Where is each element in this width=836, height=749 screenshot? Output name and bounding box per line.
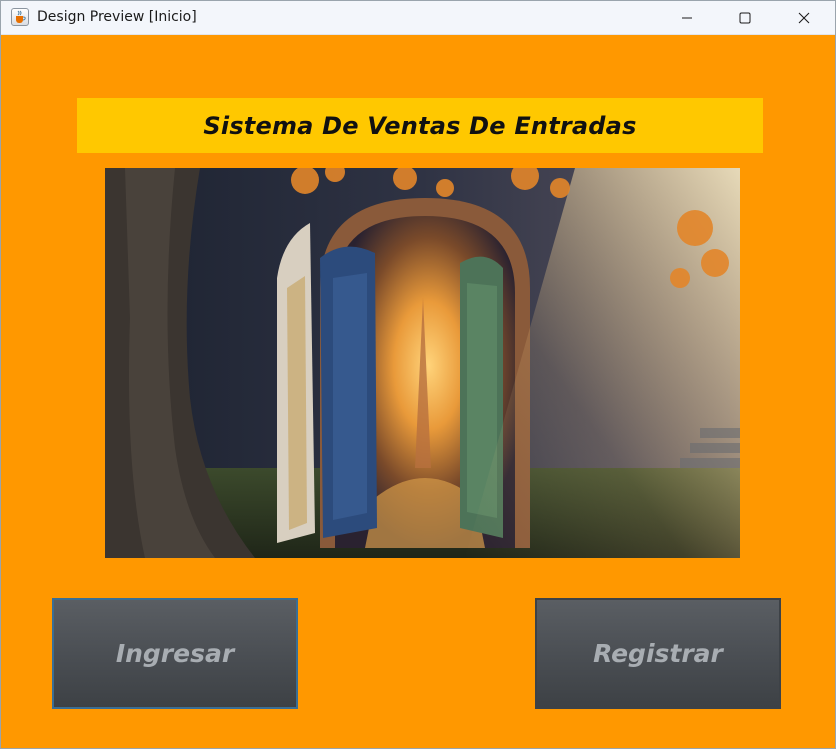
doorway-illustration bbox=[105, 168, 740, 558]
window-title: Design Preview [Inicio] bbox=[37, 9, 197, 25]
minimize-button[interactable] bbox=[658, 1, 716, 34]
page-title: Sistema De Ventas De Entradas bbox=[203, 111, 637, 140]
close-button[interactable] bbox=[775, 1, 833, 34]
title-bar[interactable]: Design Preview [Inicio] bbox=[1, 1, 835, 35]
java-cup-icon bbox=[11, 8, 29, 26]
close-icon bbox=[798, 12, 810, 23]
minimize-icon bbox=[682, 17, 692, 18]
ingresar-button[interactable]: Ingresar bbox=[52, 598, 298, 709]
main-panel: Sistema De Ventas De Entradas Ingresar R… bbox=[1, 35, 835, 748]
maximize-icon bbox=[739, 12, 751, 23]
maximize-button[interactable] bbox=[716, 1, 774, 34]
title-banner: Sistema De Ventas De Entradas bbox=[77, 98, 763, 153]
registrar-button[interactable]: Registrar bbox=[535, 598, 781, 709]
registrar-button-label: Registrar bbox=[593, 639, 723, 668]
application-window: Design Preview [Inicio] Sistema De Venta… bbox=[0, 0, 836, 749]
ingresar-button-label: Ingresar bbox=[115, 639, 235, 668]
